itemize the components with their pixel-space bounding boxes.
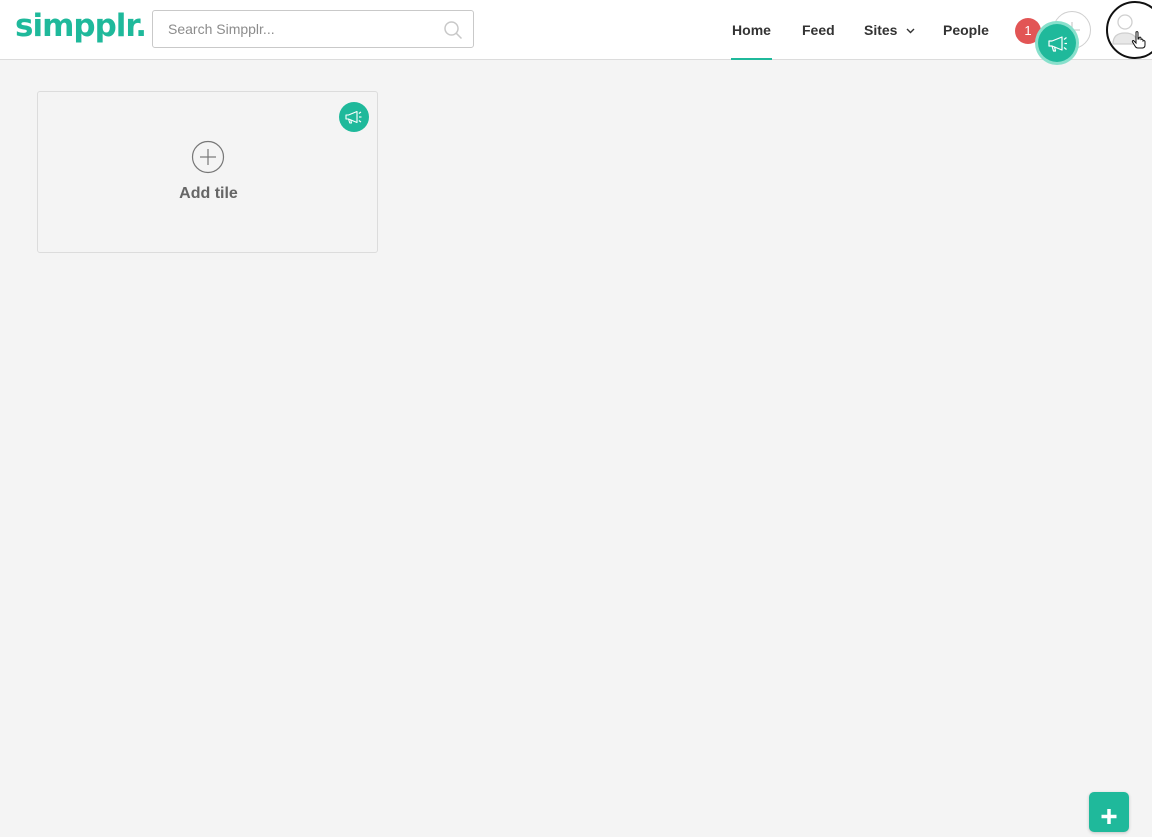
plus-icon bbox=[1101, 809, 1117, 824]
search-icon[interactable] bbox=[443, 20, 463, 40]
promote-tile-button[interactable] bbox=[339, 102, 369, 132]
top-navigation-bar: simpplr. Home Feed Sites People 1 bbox=[0, 0, 1152, 62]
nav-tab-label: Home bbox=[732, 22, 771, 38]
announcement-button[interactable] bbox=[1038, 24, 1076, 62]
add-tile-card[interactable]: Add tile bbox=[37, 91, 378, 253]
search-input[interactable] bbox=[153, 11, 448, 47]
nav-tab-label: Feed bbox=[802, 22, 835, 38]
hand-pointer-icon bbox=[1131, 31, 1146, 49]
nav-tab-people[interactable]: People bbox=[943, 0, 989, 59]
nav-tab-home[interactable]: Home bbox=[731, 0, 772, 60]
floating-add-button[interactable] bbox=[1089, 792, 1129, 832]
nav-tab-feed[interactable]: Feed bbox=[802, 0, 835, 59]
search-box[interactable] bbox=[152, 10, 474, 48]
plus-circle-icon bbox=[191, 140, 225, 174]
add-tile-label: Add tile bbox=[179, 185, 238, 202]
nav-tab-sites[interactable]: Sites bbox=[864, 0, 915, 59]
nav-tab-label: People bbox=[943, 22, 989, 38]
simpplr-logo[interactable]: simpplr. bbox=[15, 8, 147, 44]
megaphone-icon bbox=[345, 110, 362, 124]
nav-tab-label: Sites bbox=[864, 22, 898, 38]
chevron-down-icon bbox=[906, 28, 915, 34]
megaphone-icon bbox=[1048, 36, 1067, 52]
